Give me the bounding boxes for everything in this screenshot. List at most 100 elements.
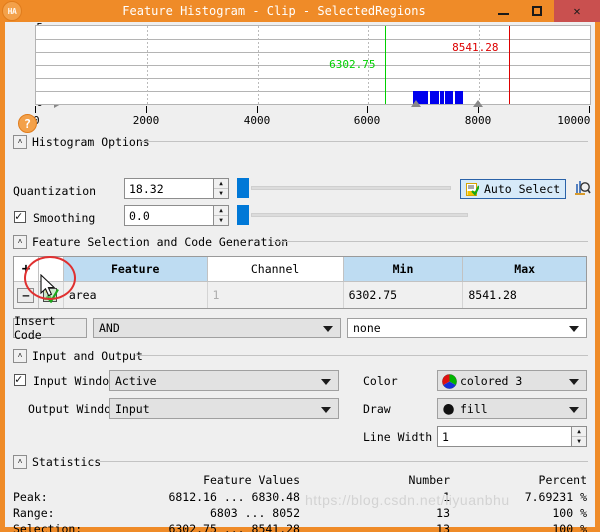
table-row[interactable]: – area 1 6302.75 8541.28 (14, 282, 586, 308)
smoothing-label: Smoothing (33, 211, 96, 225)
draw-dropdown[interactable]: fill (437, 398, 587, 419)
help-icon[interactable]: ? (18, 114, 37, 133)
range-marker-handle[interactable] (473, 100, 484, 107)
color-dropdown[interactable]: colored 3 (437, 370, 587, 391)
statistics-selection-values: 6302.75 ... 8541.28 (168, 522, 300, 532)
smoothing-checkbox[interactable] (14, 209, 26, 223)
close-button[interactable]: ✕ (554, 0, 600, 22)
line-width-value: 1 (442, 429, 449, 444)
smoothing-slider[interactable] (237, 205, 468, 226)
halcon-ha-icon: HA (2, 1, 22, 21)
client-area: 5 2 0 6302.758541.28 0200040006000800010… (5, 21, 595, 532)
plus-icon: + (21, 261, 31, 277)
histogram-bar (435, 91, 439, 104)
chevron-down-icon (569, 326, 579, 332)
histogram-tool-icon[interactable] (575, 180, 591, 198)
input-window-checkbox[interactable] (14, 372, 26, 386)
output-window-label: Output Window (28, 402, 119, 416)
chevron-up-icon[interactable]: ˄ (13, 349, 27, 363)
x-tick (146, 106, 147, 113)
cell-feature[interactable]: area (64, 282, 208, 308)
gridline-horizontal (36, 78, 590, 79)
auto-select-button[interactable]: Auto Select (460, 179, 566, 199)
maximize-button[interactable] (520, 0, 554, 22)
chevron-down-icon (321, 378, 331, 385)
column-header-max[interactable]: Max (463, 257, 586, 281)
chevron-down-icon (323, 326, 333, 332)
quantization-slider[interactable] (237, 178, 452, 199)
statistics-column-percent: Percent (538, 473, 587, 487)
x-axis: 0200040006000800010000 (33, 100, 591, 129)
range-marker-handle[interactable] (410, 100, 421, 107)
stepper-up-icon[interactable]: ▲ (572, 427, 586, 437)
gridline-horizontal (36, 91, 590, 92)
line-width-stepper[interactable]: ▲ ▼ (571, 427, 586, 446)
line-width-input[interactable]: 1 ▲ ▼ (437, 426, 587, 447)
quantization-slider-thumb[interactable] (237, 178, 249, 198)
output-window-dropdown[interactable]: Input (109, 398, 339, 419)
auto-select-label: Auto Select (484, 182, 561, 196)
column-header-channel[interactable]: Channel (207, 257, 344, 281)
feature-table[interactable]: + Feature Channel Min Max – area 1 6302.… (13, 256, 587, 309)
statistics-column-feature-values: Feature Values (203, 473, 300, 487)
x-tick (367, 106, 368, 113)
window-title: Feature Histogram - Clip - SelectedRegio… (122, 4, 426, 18)
draw-fill-icon (443, 403, 454, 415)
gridline-horizontal (36, 52, 590, 53)
logic-operator-dropdown[interactable]: AND (93, 318, 341, 338)
stepper-up-icon[interactable]: ▲ (214, 179, 228, 189)
chevron-up-icon[interactable]: ˄ (13, 455, 27, 469)
quantization-label: Quantization (13, 184, 97, 198)
smoothing-slider-track[interactable] (251, 213, 468, 217)
input-output-header[interactable]: ˄ Input and Output (13, 348, 143, 364)
application-window: HA Feature Histogram - Clip - SelectedRe… (0, 0, 600, 532)
minimize-button[interactable] (486, 0, 520, 22)
statistics-header[interactable]: ˄ Statistics (13, 454, 101, 470)
gridline-horizontal (36, 39, 590, 40)
x-tick-label: 8000 (464, 114, 492, 127)
add-feature-button[interactable]: + (14, 257, 39, 281)
color-swatch-icon (442, 374, 457, 389)
stepper-down-icon[interactable]: ▼ (214, 216, 228, 225)
smoothing-input[interactable]: 0.0 ▲ ▼ (124, 205, 229, 226)
smoothing-value: 0.0 (129, 208, 150, 223)
column-header-min[interactable]: Min (343, 257, 464, 281)
statistics-column-number: Number (408, 473, 450, 487)
quantization-slider-track[interactable] (251, 186, 451, 190)
statistics-rule (100, 461, 588, 462)
stepper-down-icon[interactable]: ▼ (214, 189, 228, 198)
chevron-up-icon[interactable]: ˄ (13, 235, 27, 249)
statistics-row-label-peak: Peak: (13, 490, 48, 504)
feature-table-header: + Feature Channel Min Max (14, 257, 586, 282)
x-tick-label: 10000 (557, 114, 591, 127)
logic-operator-value: AND (99, 321, 120, 335)
cell-channel[interactable]: 1 (208, 282, 344, 308)
statistics-selection-percent: 100 % (552, 522, 587, 532)
histogram-options-header[interactable]: ˄ Histogram Options (13, 134, 150, 150)
smoothing-slider-thumb[interactable] (237, 205, 249, 225)
cell-min[interactable]: 6302.75 (344, 282, 464, 308)
mouse-cursor (40, 274, 56, 297)
column-header-feature[interactable]: Feature (63, 257, 208, 281)
quantization-input[interactable]: 18.32 ▲ ▼ (124, 178, 229, 199)
cell-max[interactable]: 8541.28 (463, 282, 586, 308)
stepper-up-icon[interactable]: ▲ (214, 206, 228, 216)
smoothing-stepper[interactable]: ▲ ▼ (213, 206, 228, 225)
input-window-dropdown[interactable]: Active (109, 370, 339, 391)
quantization-stepper[interactable]: ▲ ▼ (213, 179, 228, 198)
feature-histogram-chart[interactable]: 5 2 0 6302.758541.28 0200040006000800010… (5, 21, 595, 133)
stepper-down-icon[interactable]: ▼ (572, 437, 586, 446)
chevron-down-icon (321, 406, 331, 413)
feature-selection-header[interactable]: ˄ Feature Selection and Code Generation (13, 234, 288, 250)
min-limit-line[interactable] (385, 26, 386, 104)
secondary-dropdown[interactable]: none (347, 318, 587, 338)
statistics-peak-percent: 7.69231 % (524, 490, 587, 504)
plot-area[interactable]: 6302.75 8541.28 (35, 25, 591, 105)
gridline-vertical (258, 26, 259, 104)
chevron-up-icon[interactable]: ˄ (13, 135, 27, 149)
insert-code-button[interactable]: Insert Code (13, 314, 87, 342)
chevron-down-icon (569, 406, 579, 413)
max-limit-line[interactable] (509, 26, 510, 104)
x-tick-label: 2000 (132, 114, 160, 127)
remove-feature-button[interactable]: – (14, 282, 39, 308)
